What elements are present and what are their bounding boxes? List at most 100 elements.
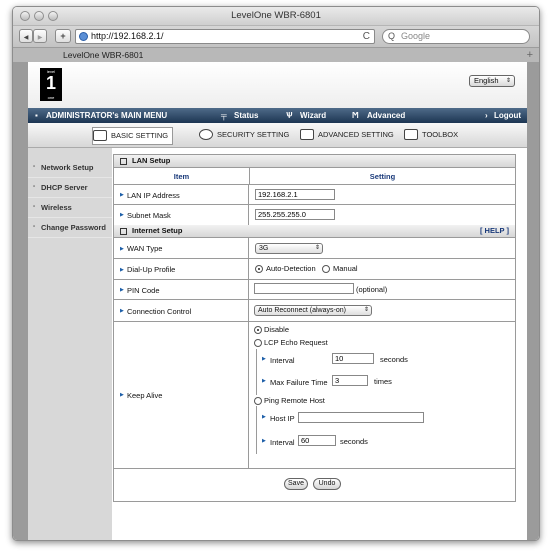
- wan-type-label-text: WAN Type: [127, 244, 163, 253]
- tab-toolbox-label: TOOLBOX: [422, 130, 459, 139]
- ping-interval-label: ▶ Interval: [260, 438, 295, 447]
- dialup-profile-row: ▶ Dial-Up Profile Auto-Detection Manual: [114, 258, 515, 280]
- section-square-icon: [120, 228, 127, 235]
- lcp-interval-input[interactable]: [332, 353, 374, 364]
- bullet-icon: ▶: [120, 308, 124, 314]
- tab-advanced-setting[interactable]: ADVANCED SETTING: [300, 127, 394, 143]
- menu-logout[interactable]: Logout: [494, 108, 521, 123]
- auto-detection-radio[interactable]: [255, 265, 263, 273]
- lan-ip-input[interactable]: [255, 189, 335, 200]
- back-icon: ◀: [23, 35, 29, 41]
- lcp-echo-label: LCP Echo Request: [264, 338, 328, 347]
- menu-wizard[interactable]: Wizard: [300, 108, 326, 123]
- ping-group-line: [256, 406, 257, 454]
- language-select[interactable]: English ⇕: [469, 75, 515, 87]
- lan-ip-label-text: LAN IP Address: [127, 190, 180, 200]
- max-failure-input[interactable]: [332, 375, 368, 386]
- connection-control-label: ▶ Connection Control: [114, 300, 249, 322]
- pin-code-input[interactable]: [254, 283, 354, 294]
- help-link[interactable]: [ HELP ]: [480, 225, 509, 237]
- page-content: level 1 one English ⇕ ▪ ADMINISTRATOR's …: [13, 62, 539, 540]
- tab-toolbox[interactable]: TOOLBOX: [404, 127, 458, 143]
- host-ip-input[interactable]: [298, 412, 424, 423]
- search-field[interactable]: Q Google: [382, 29, 530, 44]
- ping-interval-label-text: Interval: [270, 438, 295, 447]
- browser-toolbar: ◀ ▶ + http://192.168.2.1/ C Q Google: [13, 26, 539, 48]
- select-arrows-icon: ⇕: [363, 307, 369, 313]
- lcp-group-line: [256, 349, 257, 395]
- sidebar-item-change-password[interactable]: Change Password: [28, 218, 112, 238]
- language-value: English: [474, 76, 499, 85]
- connection-control-select[interactable]: Auto Reconnect (always-on) ⇕: [254, 305, 372, 316]
- host-ip-label-text: Host IP: [270, 414, 295, 423]
- window-title: LevelOne WBR-6801: [231, 10, 321, 21]
- col-item: Item: [114, 168, 250, 185]
- toolbox-icon: [404, 129, 418, 140]
- lcp-echo-radio[interactable]: [254, 339, 262, 347]
- logo-one-text: one: [47, 95, 55, 100]
- ping-remote-radio[interactable]: [254, 397, 262, 405]
- new-tab-icon[interactable]: +: [527, 48, 533, 62]
- forward-icon: ▶: [37, 35, 43, 41]
- advanced-icon: Ϻ: [352, 111, 359, 120]
- subnet-mask-row: ▶ Subnet Mask: [114, 204, 515, 225]
- host-ip-label: ▶ Host IP: [260, 414, 295, 423]
- menu-status[interactable]: Status: [234, 108, 258, 123]
- address-bar[interactable]: http://192.168.2.1/ C: [75, 29, 375, 44]
- search-icon: Q: [388, 31, 396, 41]
- bullet-icon: ▶: [262, 438, 266, 444]
- connection-control-label-text: Connection Control: [127, 306, 192, 316]
- tab-levelone[interactable]: LevelOne WBR-6801: [19, 48, 524, 62]
- lcp-interval-label: ▶ Interval: [260, 356, 295, 365]
- lcp-seconds-unit: seconds: [380, 355, 408, 364]
- bullet-icon: ▶: [120, 245, 124, 252]
- forward-button[interactable]: ▶: [33, 29, 47, 43]
- pin-optional-hint: (optional): [356, 285, 388, 294]
- save-button[interactable]: Save: [284, 478, 308, 490]
- security-setting-icon: [199, 129, 213, 140]
- bullet-icon: ▶: [120, 287, 124, 293]
- lan-ip-row: ▶ LAN IP Address: [114, 184, 515, 205]
- pin-code-label: ▶ PIN Code: [114, 280, 249, 300]
- keep-alive-label: ▶ Keep Alive: [114, 322, 249, 468]
- menu-advanced[interactable]: Advanced: [367, 108, 405, 123]
- subnet-mask-label: ▶ Subnet Mask: [114, 205, 249, 225]
- wan-type-value: 3G: [259, 245, 269, 252]
- subnet-mask-input[interactable]: [255, 209, 335, 220]
- disable-radio[interactable]: [254, 326, 262, 334]
- logout-arrow-icon: ›: [485, 111, 488, 120]
- pin-code-label-text: PIN Code: [127, 285, 160, 295]
- sidebar-item-dhcp-server[interactable]: DHCP Server: [28, 178, 112, 198]
- subnet-mask-label-text: Subnet Mask: [127, 210, 171, 220]
- manual-label: Manual: [333, 264, 358, 273]
- tab-basic-setting[interactable]: BASIC SETTING: [92, 127, 174, 145]
- internet-setup-header: Internet Setup [ HELP ]: [114, 225, 515, 237]
- tab-security-setting[interactable]: SECURITY SETTING: [199, 127, 289, 143]
- sidebar: Network Setup DHCP Server Wireless Chang…: [28, 148, 112, 540]
- page-left-margin: [13, 62, 28, 540]
- auto-detection-label: Auto-Detection: [266, 264, 316, 273]
- ping-interval-input[interactable]: [298, 435, 336, 446]
- lan-setup-header: LAN Setup: [114, 155, 515, 167]
- wan-type-select[interactable]: 3G ⇕: [255, 243, 323, 254]
- tab-advanced-label: ADVANCED SETTING: [318, 130, 394, 139]
- manual-radio[interactable]: [322, 265, 330, 273]
- max-failure-label-text: Max Failure Time: [270, 378, 328, 387]
- connection-control-value: Auto Reconnect (always-on): [258, 307, 346, 314]
- reload-icon[interactable]: C: [363, 30, 370, 43]
- lcp-interval-label-text: Interval: [270, 356, 295, 365]
- sidebar-item-network-setup[interactable]: Network Setup: [28, 158, 112, 178]
- add-bookmark-button[interactable]: +: [55, 29, 71, 43]
- logo-mark: 1: [45, 73, 56, 93]
- undo-button[interactable]: Undo: [313, 478, 341, 490]
- sidebar-item-wireless[interactable]: Wireless: [28, 198, 112, 218]
- page-right-margin: [527, 62, 539, 540]
- lan-setup-title: LAN Setup: [132, 156, 171, 165]
- dialup-profile-label-text: Dial-Up Profile: [127, 265, 176, 274]
- times-unit: times: [374, 377, 392, 386]
- back-button[interactable]: ◀: [19, 29, 33, 43]
- title-bar: LevelOne WBR-6801: [13, 7, 539, 26]
- internet-setup-title: Internet Setup: [132, 226, 183, 235]
- tab-bar: LevelOne WBR-6801 +: [13, 48, 539, 63]
- url-text: http://192.168.2.1/: [91, 31, 164, 41]
